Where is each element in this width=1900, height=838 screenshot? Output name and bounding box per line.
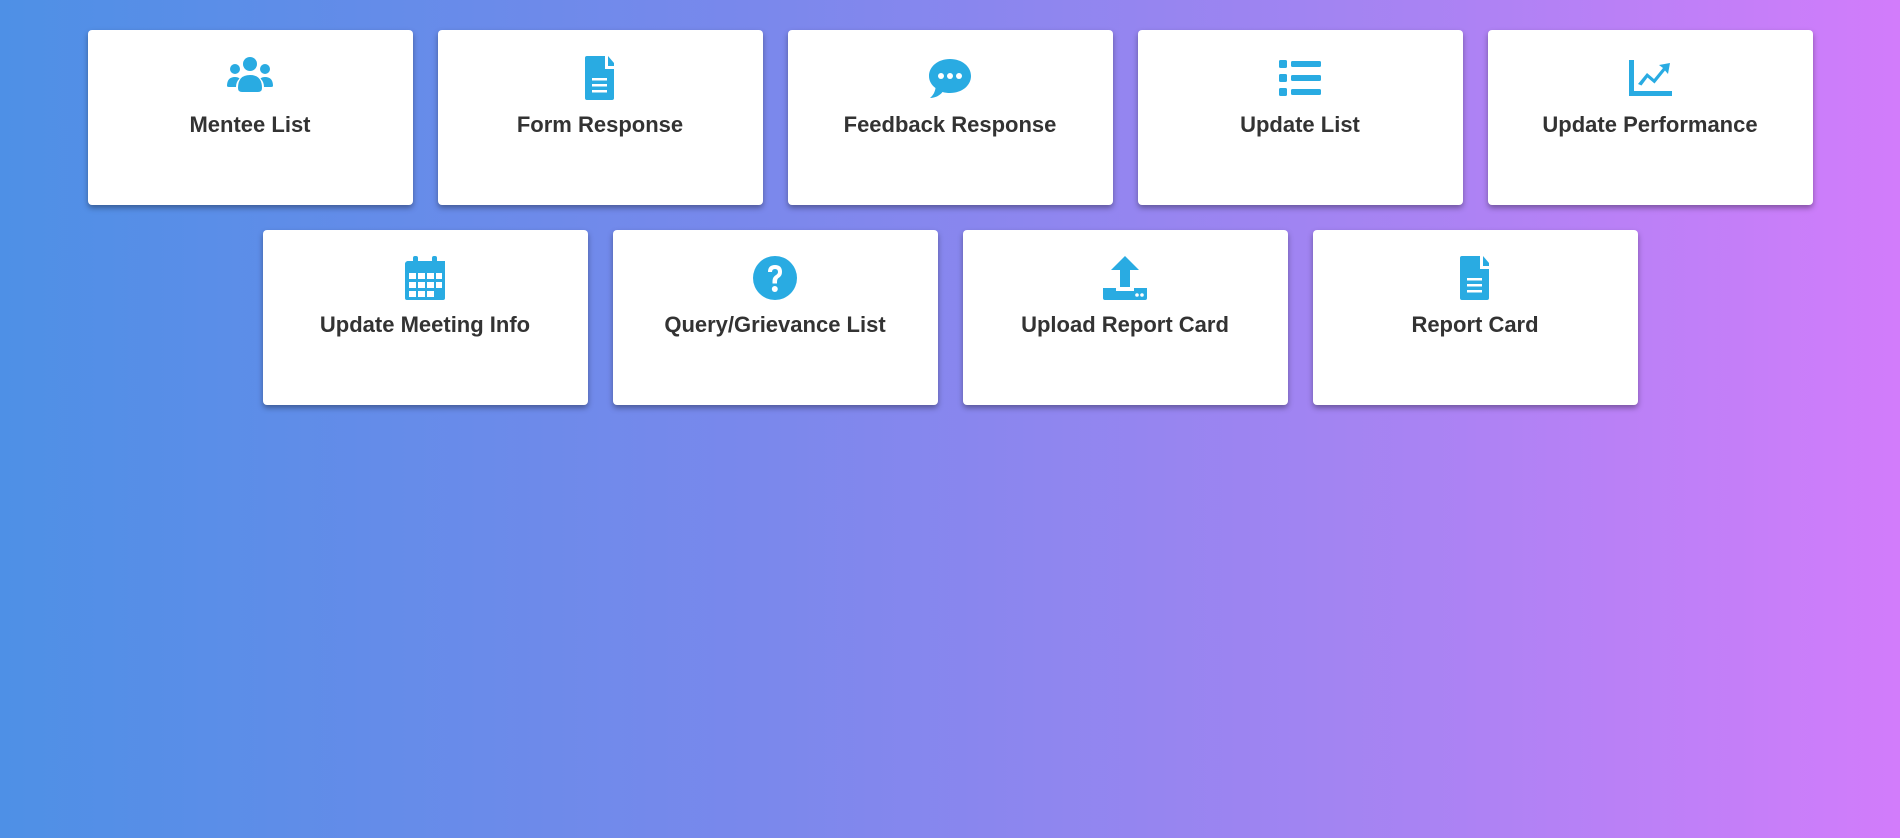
comment-dots-icon (926, 54, 974, 102)
calendar-icon (401, 254, 449, 302)
tile-label: Upload Report Card (1021, 312, 1229, 337)
upload-icon (1101, 254, 1149, 302)
tile-label: Report Card (1411, 312, 1539, 337)
tile-row-1: Mentee List Form Response Feedback Respo… (0, 30, 1900, 205)
update-meeting-info-tile[interactable]: Update Meeting Info (262, 230, 588, 405)
tile-label: Mentee List (189, 112, 311, 137)
upload-report-card-tile[interactable]: Upload Report Card (962, 230, 1288, 405)
tile-label: Update Meeting Info (319, 312, 531, 337)
report-card-tile[interactable]: Report Card (1312, 230, 1638, 405)
dashboard-grid: Mentee List Form Response Feedback Respo… (0, 30, 1900, 430)
feedback-response-tile[interactable]: Feedback Response (787, 30, 1113, 205)
mentee-list-tile[interactable]: Mentee List (87, 30, 413, 205)
list-icon (1276, 54, 1324, 102)
tile-label: Update Performance (1542, 112, 1758, 137)
users-icon (226, 54, 274, 102)
document-icon (1451, 254, 1499, 302)
tile-label: Feedback Response (843, 112, 1057, 137)
chart-line-icon (1626, 54, 1674, 102)
question-circle-icon (751, 254, 799, 302)
query-grievance-list-tile[interactable]: Query/Grievance List (612, 230, 938, 405)
tile-row-2: Update Meeting Info Query/Grievance List (0, 230, 1900, 405)
document-icon (576, 54, 624, 102)
tile-label: Update List (1240, 112, 1360, 137)
tile-label: Query/Grievance List (664, 312, 886, 337)
update-performance-tile[interactable]: Update Performance (1487, 30, 1813, 205)
form-response-tile[interactable]: Form Response (437, 30, 763, 205)
update-list-tile[interactable]: Update List (1137, 30, 1463, 205)
tile-label: Form Response (516, 112, 684, 137)
